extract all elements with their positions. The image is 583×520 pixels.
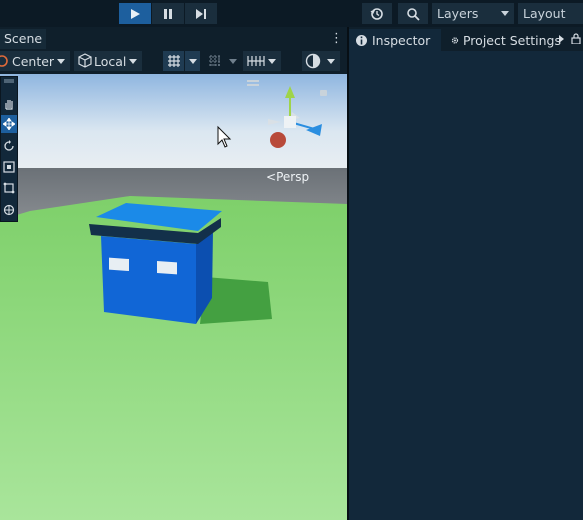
transform-icon	[3, 204, 15, 216]
rect-transform-icon	[3, 182, 15, 194]
tab-scene[interactable]: Scene	[0, 29, 46, 49]
chevron-down-icon	[268, 59, 276, 64]
pivot-mode-dropdown[interactable]: Center	[0, 51, 70, 71]
search-icon	[407, 7, 420, 21]
projection-label: Persp	[276, 170, 310, 184]
rotate-icon	[4, 140, 14, 151]
play-icon	[131, 8, 140, 19]
tab-scene-label: Scene	[4, 31, 43, 46]
draw-mode-dropdown[interactable]	[243, 51, 281, 71]
projection-toggle[interactable]: <Persp	[266, 170, 309, 184]
lock-icon[interactable]	[571, 33, 581, 44]
chevron-down-icon	[229, 59, 237, 64]
shading-mode-dropdown[interactable]	[302, 51, 340, 71]
move-tool[interactable]	[1, 115, 17, 133]
scene-render	[0, 74, 347, 520]
pause-icon	[164, 8, 172, 19]
step-button[interactable]	[185, 3, 217, 24]
chevron-down-icon	[189, 59, 197, 64]
scale-icon	[3, 161, 15, 173]
move-arrows-icon	[3, 118, 15, 130]
grid-snapping-dropdown[interactable]	[185, 51, 200, 71]
search-button[interactable]	[398, 3, 428, 24]
scale-tool[interactable]	[1, 158, 17, 176]
grid-snapping-button[interactable]	[163, 51, 184, 71]
chevron-down-icon	[129, 59, 137, 64]
scene-viewport[interactable]	[0, 74, 347, 520]
layout-dropdown[interactable]: Layout	[518, 3, 583, 24]
drag-handle[interactable]	[1, 78, 17, 84]
top-toolbar: Layers Layout	[0, 0, 583, 27]
tab-overflow-arrow-icon[interactable]	[559, 35, 564, 43]
gear-icon	[451, 36, 459, 44]
scene-toolbar: Center Local	[0, 49, 347, 74]
tab-inspector-label: Inspector	[372, 32, 431, 48]
pivot-rotation-dropdown[interactable]: Local	[74, 51, 142, 71]
rotate-tool[interactable]	[1, 137, 17, 155]
layers-dropdown[interactable]: Layers	[432, 3, 514, 24]
increment-snap-dropdown[interactable]	[226, 51, 240, 71]
layout-label: Layout	[523, 6, 566, 21]
step-forward-icon	[196, 8, 206, 19]
grid-snap-icon	[167, 55, 180, 67]
chevron-down-icon	[327, 59, 335, 64]
grip-icon	[4, 79, 14, 83]
right-panel-tabs: Inspector Project Settings	[349, 27, 583, 51]
increment-snap-button[interactable]	[205, 51, 225, 71]
chevron-down-icon	[501, 11, 509, 16]
history-icon	[370, 7, 383, 20]
tab-project-settings-label: Project Settings	[462, 32, 561, 48]
chevron-down-icon	[57, 59, 65, 64]
layers-label: Layers	[437, 6, 479, 21]
cube-eye-left	[109, 257, 129, 272]
play-button[interactable]	[119, 3, 151, 24]
undo-history-button[interactable]	[362, 3, 392, 24]
transform-tool[interactable]	[1, 201, 17, 219]
playmode-controls	[119, 3, 218, 24]
tab-project-settings[interactable]: Project Settings	[451, 29, 561, 51]
tab-inspector[interactable]: Inspector	[349, 29, 441, 51]
pivot-rotation-label: Local	[94, 53, 127, 69]
persp-arrow-icon: <	[266, 170, 277, 184]
cube-eye-right	[157, 260, 177, 275]
ruler-grid-icon	[247, 56, 265, 66]
cube-front	[101, 236, 196, 324]
hand-icon	[5, 100, 13, 110]
sphere-shading-icon	[305, 53, 321, 69]
inspector-icon	[356, 34, 367, 46]
increment-snap-icon	[209, 55, 221, 67]
inspector-panel: Inspector Project Settings	[349, 27, 583, 520]
pivot-mode-label: Center	[12, 53, 55, 69]
scene-menu-button[interactable]: ⋮	[330, 31, 343, 47]
pause-button[interactable]	[152, 3, 184, 24]
scene-tabbar: Scene ⋮	[0, 29, 347, 49]
view-tool[interactable]	[1, 95, 17, 113]
pivot-icon	[0, 55, 8, 67]
rect-tool[interactable]	[1, 179, 17, 197]
scene-tools-overlay	[0, 76, 18, 222]
local-cube-icon	[78, 53, 92, 68]
